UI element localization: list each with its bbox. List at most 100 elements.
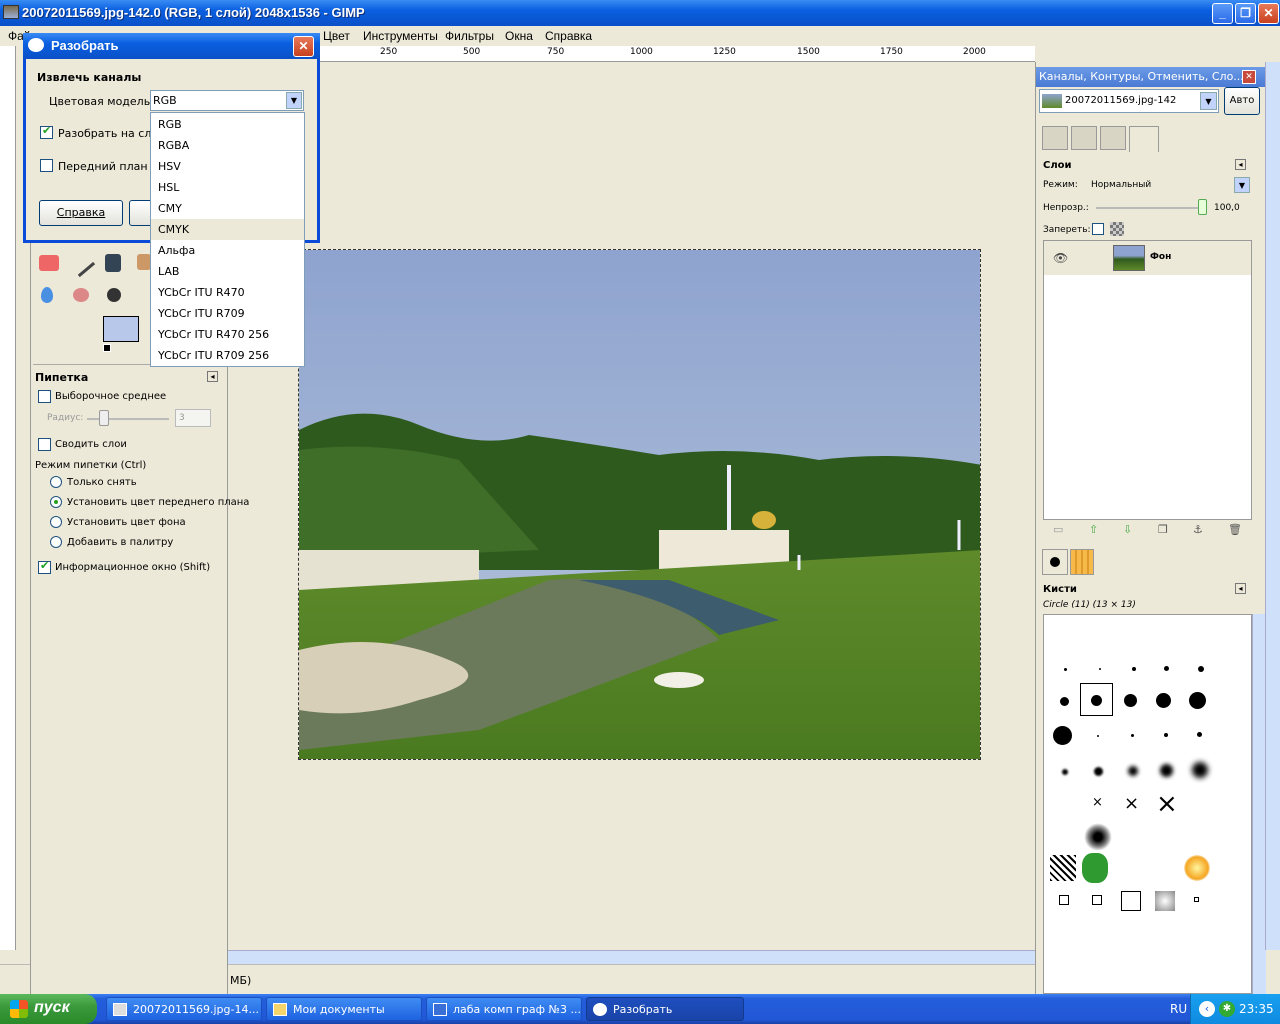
lock-alpha-icon[interactable] — [1110, 222, 1124, 236]
chevron-down-icon[interactable]: ▼ — [1200, 92, 1217, 110]
lock-pixels-checkbox[interactable] — [1092, 223, 1104, 235]
option-rgb[interactable]: RGB — [151, 114, 304, 135]
new-layer-icon[interactable]: ▭ — [1053, 523, 1063, 536]
option-rgba[interactable]: RGBA — [151, 135, 304, 156]
language-indicator[interactable]: RU — [1170, 1002, 1187, 1016]
eye-icon[interactable]: 👁 — [1053, 251, 1068, 265]
dialog-close-button[interactable]: ✕ — [293, 36, 314, 57]
chevron-down-icon[interactable]: ▼ — [1234, 177, 1250, 193]
smudge-tool-icon[interactable] — [73, 288, 89, 302]
task-label: 20072011569.jpg-14... — [133, 1003, 259, 1016]
minimize-button[interactable]: _ — [1212, 3, 1233, 24]
brushes-grid[interactable]: × × × — [1043, 614, 1252, 994]
airbrush-tool-icon[interactable] — [66, 248, 96, 278]
decompose-layers-checkbox[interactable] — [40, 124, 53, 139]
channels-tab-icon[interactable] — [1129, 126, 1159, 152]
mode-add-palette-radio[interactable] — [50, 536, 62, 548]
foreground-color-swatch[interactable] — [103, 316, 139, 342]
dodge-burn-tool-icon[interactable] — [107, 288, 121, 302]
image-selector[interactable]: 20072011569.jpg-142 ▼ — [1039, 89, 1219, 113]
clone-tool-icon[interactable] — [137, 254, 151, 270]
panel-menu-icon[interactable]: ◂ — [1235, 583, 1246, 594]
menu-tools[interactable]: Инструменты — [363, 29, 438, 43]
menu-filters[interactable]: Фильтры — [445, 29, 494, 43]
radius-spinbox[interactable]: 3 — [175, 409, 211, 427]
ruler-tick: 2000 — [963, 47, 986, 57]
duplicate-layer-icon[interactable]: ❐ — [1158, 523, 1168, 536]
option-ycbcr-470-256[interactable]: YCbCr ITU R470 256 — [151, 324, 304, 345]
menu-windows[interactable]: Окна — [505, 29, 533, 43]
layers-list[interactable]: 👁 Фон — [1043, 240, 1252, 520]
option-hsv[interactable]: HSV — [151, 156, 304, 177]
task-my-documents[interactable]: Мои документы — [266, 997, 422, 1021]
raise-layer-icon[interactable]: ⇧ — [1089, 523, 1098, 536]
menu-color[interactable]: Цвет — [323, 29, 350, 43]
mode-label: Режим: — [1043, 180, 1078, 190]
mode-pick-only-radio[interactable] — [50, 476, 62, 488]
radius-slider-handle[interactable] — [99, 410, 109, 426]
layer-thumbnail-icon — [1113, 245, 1145, 271]
option-cmy[interactable]: CMY — [151, 198, 304, 219]
radius-label: Радиус: — [47, 413, 84, 423]
maximize-button[interactable]: ❐ — [1235, 3, 1256, 24]
layer-row[interactable]: 👁 Фон — [1044, 241, 1251, 275]
vertical-scrollbar[interactable] — [1265, 62, 1280, 950]
layers-tab-icon[interactable] — [1042, 126, 1068, 150]
brushes-scrollbar[interactable] — [1252, 614, 1266, 994]
option-ycbcr-709-256[interactable]: YCbCr ITU R709 256 — [151, 345, 304, 366]
merge-layers-checkbox[interactable] — [38, 438, 51, 451]
panel-menu-icon[interactable]: ◂ — [1235, 159, 1246, 170]
option-hsl[interactable]: HSL — [151, 177, 304, 198]
task-decompose-dialog[interactable]: Разобрать — [586, 997, 744, 1021]
task-label: Разобрать — [613, 1003, 673, 1016]
opacity-value[interactable]: 100,0 — [1214, 203, 1240, 213]
dock-close-icon[interactable]: ✕ — [1242, 70, 1256, 84]
color-model-dropdown-list[interactable]: RGB RGBA HSV HSL CMY CMYK Альфа LAB YCbC… — [150, 112, 305, 367]
mode-set-fg-radio[interactable] — [50, 496, 62, 508]
close-button[interactable]: ✕ — [1258, 3, 1279, 24]
delete-layer-icon[interactable]: 🗑 — [1228, 523, 1242, 536]
undo-tab-icon[interactable] — [1100, 126, 1126, 150]
paths-tab-icon[interactable] — [1071, 126, 1097, 150]
option-ycbcr-709[interactable]: YCbCr ITU R709 — [151, 303, 304, 324]
mode-set-fg-label: Установить цвет переднего плана — [67, 497, 250, 508]
option-cmyk[interactable]: CMYK — [151, 219, 304, 240]
task-word-doc[interactable]: лаба комп граф №3 ... — [426, 997, 582, 1021]
opacity-slider-handle[interactable] — [1198, 199, 1207, 215]
anchor-layer-icon[interactable]: ⚓ — [1193, 523, 1203, 536]
brushes-tab-icon[interactable] — [1042, 549, 1068, 575]
option-alpha[interactable]: Альфа — [151, 240, 304, 261]
panel-menu-icon[interactable]: ◂ — [207, 371, 218, 382]
chevron-left-icon[interactable]: ‹ — [1199, 1001, 1215, 1017]
layers-panel-title: Слои — [1043, 160, 1072, 171]
chevron-down-icon[interactable]: ▼ — [286, 92, 302, 109]
default-colors-icon[interactable] — [103, 344, 111, 352]
cross-brush-icon: × — [1124, 793, 1140, 814]
ink-tool-icon[interactable] — [105, 254, 121, 272]
task-gimp-image[interactable]: 20072011569.jpg-14... — [106, 997, 262, 1021]
image-canvas[interactable] — [298, 249, 981, 760]
lower-layer-icon[interactable]: ⇩ — [1123, 523, 1132, 536]
opacity-slider-track[interactable] — [1096, 207, 1206, 209]
help-button[interactable]: Справка — [39, 200, 123, 226]
foreground-checkbox[interactable] — [40, 159, 53, 172]
horizontal-scrollbar[interactable] — [228, 950, 1035, 964]
mode-set-bg-radio[interactable] — [50, 516, 62, 528]
blur-tool-icon[interactable] — [41, 287, 53, 303]
sample-average-checkbox[interactable] — [38, 390, 51, 403]
menu-help[interactable]: Справка — [545, 29, 592, 43]
start-button[interactable]: пуск — [0, 994, 97, 1024]
mode-add-palette-label: Добавить в палитру — [67, 537, 174, 548]
sparks-brush-icon — [1184, 855, 1210, 881]
option-ycbcr-470[interactable]: YCbCr ITU R470 — [151, 282, 304, 303]
info-window-checkbox[interactable] — [38, 559, 51, 574]
dialog-titlebar: Разобрать ✕ — [23, 33, 320, 59]
option-lab[interactable]: LAB — [151, 261, 304, 282]
opacity-label: Непрозр.: — [1043, 203, 1089, 213]
network-icon[interactable]: ✱ — [1219, 1001, 1235, 1017]
color-model-select[interactable]: RGB ▼ — [150, 90, 304, 111]
mode-value[interactable]: Нормальный — [1091, 180, 1151, 190]
patterns-tab-icon[interactable] — [1070, 549, 1094, 575]
eraser-tool-icon[interactable] — [39, 255, 59, 271]
auto-button[interactable]: Авто — [1224, 87, 1260, 115]
